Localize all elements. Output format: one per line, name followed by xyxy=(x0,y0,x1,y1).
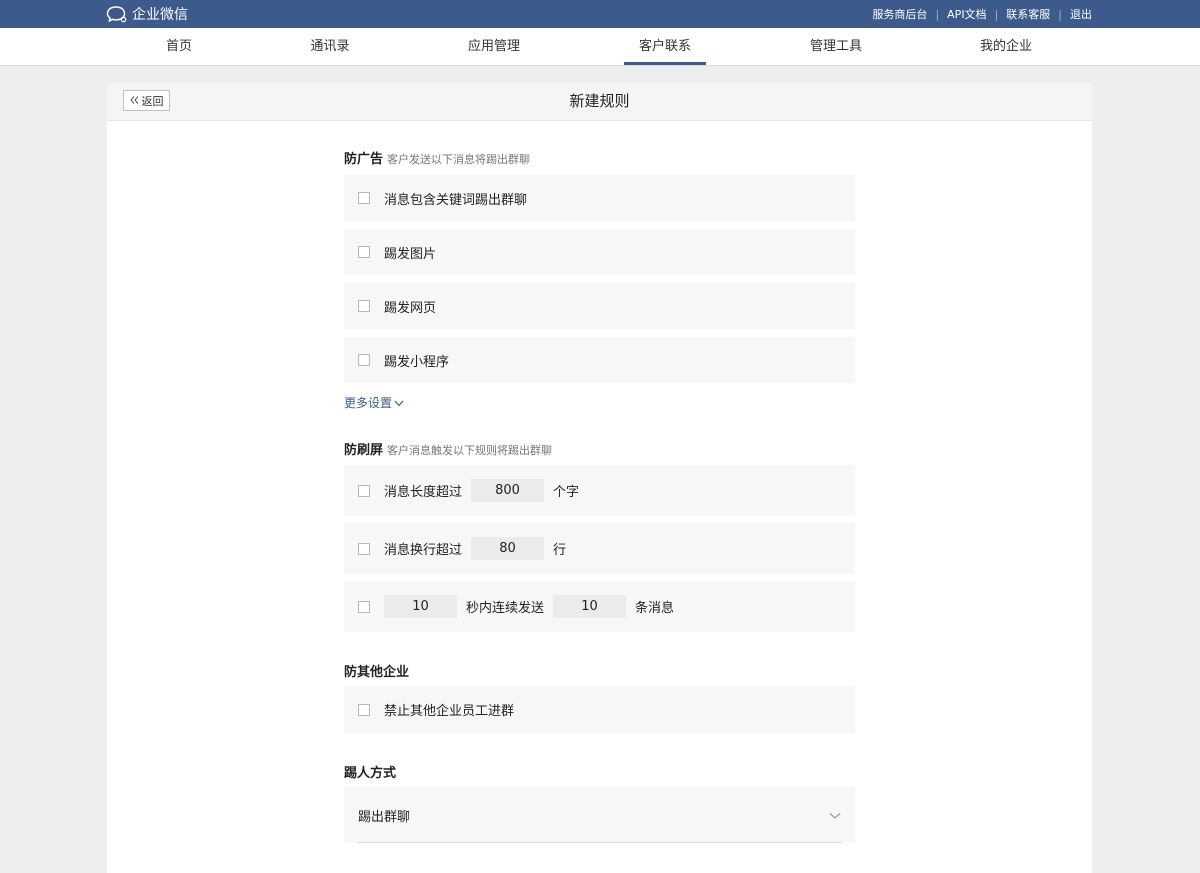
lines-prefix: 消息换行超过 xyxy=(384,543,463,558)
nav-contacts[interactable]: 通讯录 xyxy=(295,28,364,65)
seconds-input[interactable]: 10 xyxy=(384,595,457,618)
nav-customer-contact[interactable]: 客户联系 xyxy=(623,28,707,65)
section-desc: 客户消息触发以下规则将踢出群聊 xyxy=(387,444,553,457)
section-anti-ad-title: 防广告 客户发送以下消息将踢出群聊 xyxy=(344,148,530,167)
top-link-provider[interactable]: 服务商后台 xyxy=(872,6,927,22)
checkbox-webpage[interactable] xyxy=(358,300,370,312)
lines-suffix: 行 xyxy=(553,543,567,558)
divider xyxy=(358,842,841,843)
nav-my-company[interactable]: 我的企业 xyxy=(965,28,1047,65)
top-link-logout[interactable]: 退出 xyxy=(1070,6,1092,22)
section-title-text: 防刷屏 xyxy=(344,443,384,458)
nav-home[interactable]: 首页 xyxy=(151,28,207,65)
checkbox-other-company[interactable] xyxy=(358,703,370,716)
spam-row-lines: 消息换行超过 80 行 xyxy=(344,523,855,574)
option-label: 消息包含关键词踢出群聊 xyxy=(384,192,528,208)
chat-bubble-icon xyxy=(106,5,128,23)
brand-logo[interactable]: 企业微信 xyxy=(106,4,188,24)
top-links: 服务商后台 | API文档 | 联系客服 | 退出 xyxy=(872,6,1092,22)
spam-row-length: 消息长度超过 800 个字 xyxy=(344,465,855,516)
section-anti-spam-title: 防刷屏 客户消息触发以下规则将踢出群聊 xyxy=(344,439,552,458)
option-label: 禁止其他企业员工进群 xyxy=(384,704,515,719)
rule-panel: 返回 新建规则 防广告 客户发送以下消息将踢出群聊 消息包含关键词踢出群聊 踢发图… xyxy=(107,83,1092,873)
brand-name: 企业微信 xyxy=(132,7,188,23)
option-label: 踢发图片 xyxy=(384,246,437,262)
length-input[interactable]: 800 xyxy=(471,479,545,502)
rate-middle: 秒内连续发送 xyxy=(466,601,545,616)
separator: | xyxy=(935,7,940,21)
main-nav: 首页 通讯录 应用管理 客户联系 管理工具 我的企业 xyxy=(0,28,1200,66)
kick-method-select[interactable]: 踢出群聊 xyxy=(344,787,855,843)
checkbox-image[interactable] xyxy=(358,246,370,258)
count-input[interactable]: 10 xyxy=(553,595,627,618)
nav-tools[interactable]: 管理工具 xyxy=(795,28,877,65)
checkbox-rate[interactable] xyxy=(358,600,370,613)
separator: | xyxy=(994,7,999,21)
length-suffix: 个字 xyxy=(553,485,580,500)
option-row-miniprogram[interactable]: 踢发小程序 xyxy=(344,337,855,383)
more-settings-label: 更多设置 xyxy=(344,396,393,410)
checkbox-miniprogram[interactable] xyxy=(358,354,370,366)
option-label: 踢发小程序 xyxy=(384,354,450,370)
section-title-text: 防广告 xyxy=(344,152,384,167)
checkbox-keyword[interactable] xyxy=(358,192,370,204)
section-kick-method-title: 踢人方式 xyxy=(344,766,397,781)
kick-method-value: 踢出群聊 xyxy=(358,809,411,825)
panel-header: 返回 新建规则 xyxy=(107,83,1092,121)
more-settings-link[interactable]: 更多设置 xyxy=(344,394,404,411)
top-bar: 企业微信 服务商后台 | API文档 | 联系客服 | 退出 xyxy=(0,0,1200,28)
top-link-support[interactable]: 联系客服 xyxy=(1006,6,1050,22)
option-label: 踢发网页 xyxy=(384,300,437,316)
top-link-api-docs[interactable]: API文档 xyxy=(947,6,986,22)
chevron-down-icon xyxy=(394,396,404,410)
separator: | xyxy=(1058,7,1062,21)
rate-suffix: 条消息 xyxy=(635,601,675,616)
option-row-other-company[interactable]: 禁止其他企业员工进群 xyxy=(344,686,855,733)
spam-row-rate: 10 秒内连续发送 10 条消息 xyxy=(344,581,855,632)
option-row-webpage[interactable]: 踢发网页 xyxy=(344,283,855,329)
option-row-keyword[interactable]: 消息包含关键词踢出群聊 xyxy=(344,175,855,221)
chevron-down-icon xyxy=(829,809,841,824)
lines-input[interactable]: 80 xyxy=(471,537,545,560)
option-row-image[interactable]: 踢发图片 xyxy=(344,229,855,275)
section-anti-other-title: 防其他企业 xyxy=(344,665,410,680)
nav-apps[interactable]: 应用管理 xyxy=(453,28,535,65)
checkbox-length[interactable] xyxy=(358,484,370,497)
checkbox-lines[interactable] xyxy=(358,542,370,555)
page-title: 新建规则 xyxy=(569,92,630,110)
section-desc: 客户发送以下消息将踢出群聊 xyxy=(387,153,531,166)
length-prefix: 消息长度超过 xyxy=(384,485,463,500)
